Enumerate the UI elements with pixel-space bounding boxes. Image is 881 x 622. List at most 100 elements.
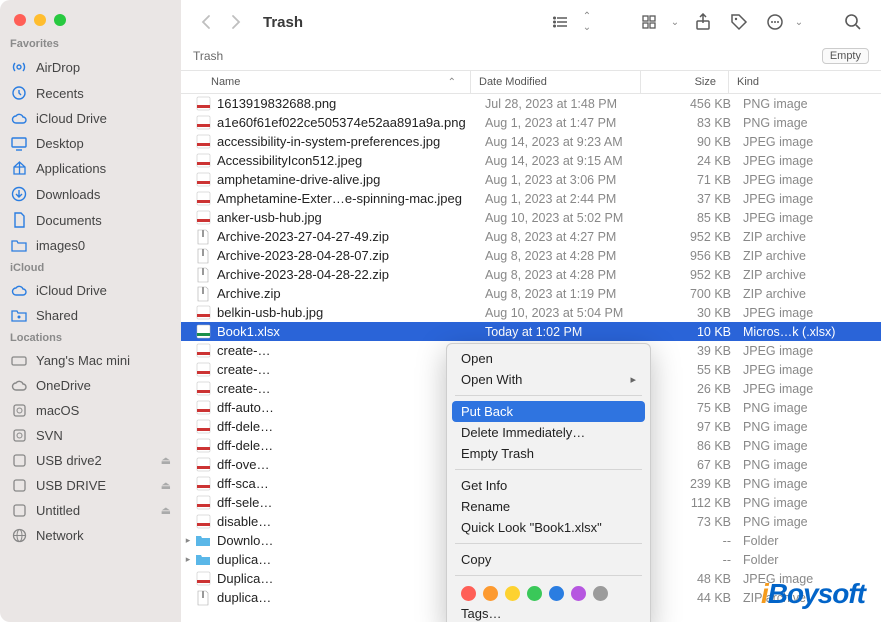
file-name: a1e60f61ef022ce505374e52aa891a9a.png — [215, 115, 485, 130]
tag-color[interactable] — [527, 586, 542, 601]
tag-color[interactable] — [505, 586, 520, 601]
sidebar-item-icloud-drive[interactable]: iCloud Drive — [0, 278, 181, 303]
sidebar-item-airdrop[interactable]: AirDrop — [0, 54, 181, 80]
search-button[interactable] — [839, 10, 867, 34]
sidebar-item-usb-drive[interactable]: USB DRIVE⏏ — [0, 473, 181, 498]
close-window-button[interactable] — [14, 14, 26, 26]
sidebar-item-svn[interactable]: SVN — [0, 423, 181, 448]
file-name: Archive-2023-27-04-27-49.zip — [215, 229, 485, 244]
file-row[interactable]: belkin-usb-hub.jpgAug 10, 2023 at 5:04 P… — [181, 303, 881, 322]
menu-item-label: Get Info — [461, 478, 507, 493]
file-row[interactable]: Book1.xlsxToday at 1:02 PM10 KBMicros…k … — [181, 322, 881, 341]
file-name: create-… — [215, 343, 485, 358]
file-row[interactable]: amphetamine-drive-alive.jpgAug 1, 2023 a… — [181, 170, 881, 189]
column-headers: Name⌃ Date Modified Size Kind — [181, 70, 881, 94]
sidebar-item-macos[interactable]: macOS — [0, 398, 181, 423]
sidebar-item-label: AirDrop — [36, 60, 80, 75]
menu-item-label: Empty Trash — [461, 446, 534, 461]
file-kind: PNG image — [743, 439, 881, 453]
file-row[interactable]: Archive-2023-28-04-28-22.zipAug 8, 2023 … — [181, 265, 881, 284]
sidebar-item-images0[interactable]: images0 — [0, 233, 181, 258]
group-chevron-icon[interactable]: ⌄ — [669, 10, 681, 34]
file-row[interactable]: accessibility-in-system-preferences.jpgA… — [181, 132, 881, 151]
disclosure-icon[interactable]: ▸ — [181, 554, 195, 565]
file-row[interactable]: Archive-2023-28-04-28-07.zipAug 8, 2023 … — [181, 246, 881, 265]
file-row[interactable]: AccessibilityIcon512.jpegAug 14, 2023 at… — [181, 151, 881, 170]
file-kind: PNG image — [743, 97, 881, 111]
file-kind: JPEG image — [743, 154, 881, 168]
file-row[interactable]: anker-usb-hub.jpgAug 10, 2023 at 5:02 PM… — [181, 208, 881, 227]
file-kind: JPEG image — [743, 382, 881, 396]
cloud-icon — [10, 113, 28, 125]
tag-color[interactable] — [461, 586, 476, 601]
menu-item-tags[interactable]: Tags… — [447, 603, 650, 622]
file-row[interactable]: Archive-2023-27-04-27-49.zipAug 8, 2023 … — [181, 227, 881, 246]
action-chevron-icon[interactable]: ⌄ — [793, 10, 805, 34]
menu-item-copy[interactable]: Copy — [447, 549, 650, 570]
sidebar-item-applications[interactable]: Applications — [0, 156, 181, 181]
sidebar-item-yang-s-mac-mini[interactable]: Yang's Mac mini — [0, 348, 181, 373]
menu-item-get-info[interactable]: Get Info — [447, 475, 650, 496]
sidebar-item-label: Untitled — [36, 503, 80, 518]
menu-item-quick-look-book1-xlsx[interactable]: Quick Look "Book1.xlsx" — [447, 517, 650, 538]
group-button[interactable] — [637, 10, 665, 34]
sidebar-item-downloads[interactable]: Downloads — [0, 181, 181, 207]
file-row[interactable]: Amphetamine-Exter…e-spinning-mac.jpegAug… — [181, 189, 881, 208]
sidebar-item-usb-drive2[interactable]: USB drive2⏏ — [0, 448, 181, 473]
sidebar-item-label: iCloud Drive — [36, 283, 107, 298]
action-button[interactable] — [761, 10, 789, 34]
sidebar-item-documents[interactable]: Documents — [0, 207, 181, 233]
eject-icon[interactable]: ⏏ — [161, 504, 171, 517]
share-button[interactable] — [689, 10, 717, 34]
download-icon — [10, 186, 28, 202]
file-size: 239 KB — [655, 477, 743, 491]
back-button[interactable] — [195, 11, 217, 33]
tag-color[interactable] — [549, 586, 564, 601]
file-size: 952 KB — [655, 230, 743, 244]
sidebar-item-recents[interactable]: Recents — [0, 80, 181, 106]
file-date: Aug 8, 2023 at 1:19 PM — [485, 287, 655, 301]
file-row[interactable]: Archive.zipAug 8, 2023 at 1:19 PM700 KBZ… — [181, 284, 881, 303]
tag-color[interactable] — [483, 586, 498, 601]
tags-button[interactable] — [725, 10, 753, 34]
file-date: Aug 10, 2023 at 5:02 PM — [485, 211, 655, 225]
menu-item-delete-immediately[interactable]: Delete Immediately… — [447, 422, 650, 443]
column-name[interactable]: Name⌃ — [181, 71, 471, 93]
tag-color[interactable] — [593, 586, 608, 601]
apps-icon — [10, 161, 28, 176]
eject-icon[interactable]: ⏏ — [161, 479, 171, 492]
minimize-window-button[interactable] — [34, 14, 46, 26]
file-kind: JPEG image — [743, 135, 881, 149]
menu-item-put-back[interactable]: Put Back — [452, 401, 645, 422]
menu-item-open[interactable]: Open — [447, 348, 650, 369]
eject-icon[interactable]: ⏏ — [161, 454, 171, 467]
column-size[interactable]: Size — [641, 71, 729, 93]
sidebar-item-icloud-drive[interactable]: iCloud Drive — [0, 106, 181, 131]
menu-item-open-with[interactable]: Open With▸ — [447, 369, 650, 390]
menu-item-rename[interactable]: Rename — [447, 496, 650, 517]
tags-row — [447, 581, 650, 603]
file-size: -- — [655, 553, 743, 567]
column-date[interactable]: Date Modified — [471, 71, 641, 93]
empty-trash-button[interactable]: Empty — [822, 48, 869, 64]
sidebar-item-shared[interactable]: Shared — [0, 303, 181, 328]
file-icon — [195, 495, 211, 511]
menu-separator — [455, 543, 642, 544]
file-row[interactable]: a1e60f61ef022ce505374e52aa891a9a.pngAug … — [181, 113, 881, 132]
sidebar-item-desktop[interactable]: Desktop — [0, 131, 181, 156]
column-kind[interactable]: Kind — [729, 71, 881, 93]
file-name: Archive-2023-28-04-28-07.zip — [215, 248, 485, 263]
view-list-button[interactable] — [549, 10, 577, 34]
sidebar-item-untitled[interactable]: Untitled ⏏ — [0, 498, 181, 523]
sidebar-item-network[interactable]: Network — [0, 523, 181, 548]
sidebar-item-onedrive[interactable]: OneDrive — [0, 373, 181, 398]
view-switcher-chevron[interactable]: ⌃⌄ — [581, 10, 593, 34]
zoom-window-button[interactable] — [54, 14, 66, 26]
menu-item-empty-trash[interactable]: Empty Trash — [447, 443, 650, 464]
menu-item-label: Delete Immediately… — [461, 425, 585, 440]
forward-button[interactable] — [225, 11, 247, 33]
tag-color[interactable] — [571, 586, 586, 601]
file-kind: ZIP archive — [743, 230, 881, 244]
file-row[interactable]: 1613919832688.pngJul 28, 2023 at 1:48 PM… — [181, 94, 881, 113]
disclosure-icon[interactable]: ▸ — [181, 535, 195, 546]
